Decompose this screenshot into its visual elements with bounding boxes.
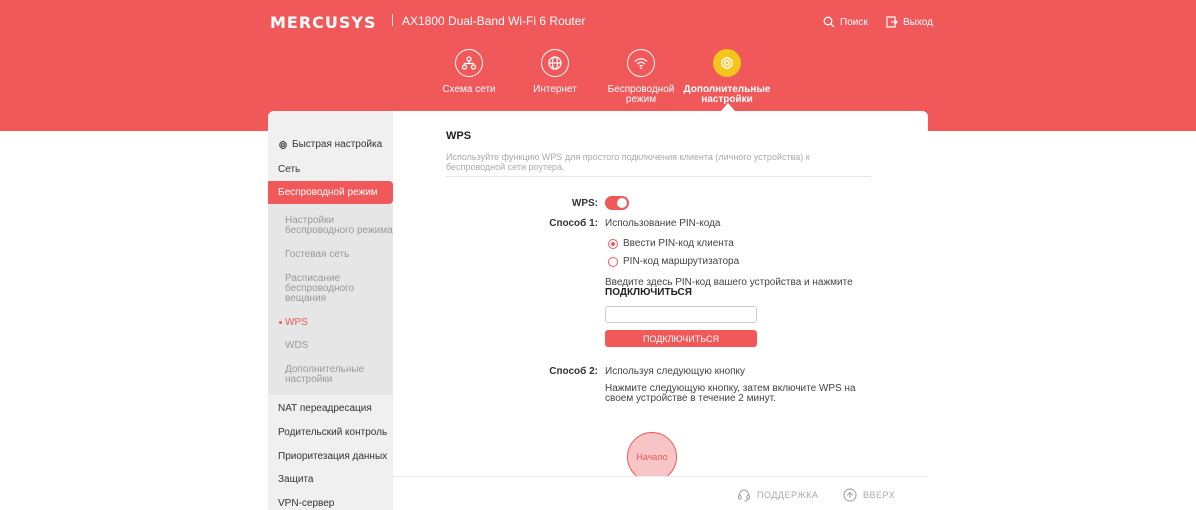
- sidebar-item-network[interactable]: Сеть: [268, 164, 393, 175]
- network-map-icon: [461, 56, 477, 70]
- nav-network-map-label: Схема сети: [442, 84, 496, 95]
- search-button[interactable]: Поиск: [823, 16, 868, 28]
- start-button[interactable]: Начало: [627, 432, 677, 482]
- nav-wireless[interactable]: Беспроводной режим: [596, 49, 686, 105]
- brand-logo[interactable]: MERCUSYS: [270, 13, 377, 32]
- sidebar-item-qos[interactable]: Приоритезация данных: [268, 451, 393, 462]
- main-panel: Быстрая настройка Сеть Беспроводной режи…: [268, 111, 928, 510]
- nav-wireless-circle: [627, 49, 655, 77]
- globe-icon: [548, 56, 562, 70]
- nav-wireless-label: Беспроводной режим: [607, 84, 675, 105]
- pin-hint-bold: ПОДКЛЮЧИТЬСЯ: [605, 287, 692, 298]
- sidebar-sub-wds[interactable]: WDS: [285, 341, 308, 351]
- wps-label: WPS:: [571, 198, 598, 209]
- method1-label: Способ 1:: [549, 218, 598, 229]
- sidebar-item-nat[interactable]: NAT переадресация: [268, 403, 393, 414]
- radio-client-pin-label[interactable]: Ввести PIN-код клиента: [623, 239, 734, 249]
- nav-network-map-circle: [455, 49, 483, 77]
- active-dot: [279, 321, 282, 324]
- arrow-up-circle-icon: [843, 488, 857, 502]
- pin-hint: Введите здесь PIN-код вашего устройства …: [605, 278, 865, 298]
- method1-text: Использование PIN-кода: [605, 218, 721, 229]
- pin-input[interactable]: [605, 306, 757, 323]
- method2-label: Способ 2:: [549, 366, 598, 377]
- sidebar-item-parental[interactable]: Родительский контроль: [268, 427, 393, 438]
- sidebar-sub-guest-network[interactable]: Гостевая сеть: [285, 250, 349, 260]
- radio-router-pin[interactable]: [608, 257, 618, 267]
- nav-advanced-label: Дополнительные настройки: [683, 84, 771, 105]
- method2-description: Нажмите следующую кнопку, затем включите…: [605, 383, 856, 404]
- sidebar: Быстрая настройка Сеть Беспроводной режи…: [268, 111, 393, 510]
- nav-internet-label: Интернет: [533, 84, 577, 95]
- search-icon: [823, 16, 835, 28]
- headset-icon: [737, 489, 751, 502]
- wifi-icon: [634, 58, 648, 70]
- logout-icon: [886, 16, 898, 28]
- nav-pointer: [721, 103, 735, 111]
- content-area: WPS Используйте функцию WPS для простого…: [393, 111, 928, 510]
- top-label: ВВЕРХ: [863, 490, 896, 500]
- radio-router-pin-label[interactable]: PIN-код маршрутизатора: [623, 257, 739, 267]
- gear-icon: [279, 140, 287, 149]
- nav-network-map[interactable]: Схема сети: [424, 49, 514, 95]
- nav-advanced[interactable]: Дополнительные настройки: [682, 49, 772, 105]
- sidebar-item-quick-setup[interactable]: Быстрая настройка: [268, 139, 393, 150]
- divider: [446, 176, 871, 177]
- sidebar-item-wireless[interactable]: Беспроводной режим: [268, 181, 393, 204]
- gear-icon: [721, 56, 733, 70]
- toggle-knob: [617, 198, 627, 208]
- nav-internet[interactable]: Интернет: [510, 49, 600, 95]
- support-label: ПОДДЕРЖКА: [757, 490, 819, 500]
- support-button[interactable]: ПОДДЕРЖКА: [737, 488, 818, 502]
- search-label: Поиск: [840, 16, 868, 28]
- sidebar-item-vpn[interactable]: VPN-сервер: [268, 498, 393, 509]
- sidebar-sub-wps[interactable]: WPS: [285, 318, 308, 328]
- radio-client-pin[interactable]: [608, 239, 618, 249]
- header-divider: [392, 14, 393, 26]
- sidebar-sub-wireless-settings[interactable]: Настройки беспроводного режима: [285, 216, 393, 236]
- connect-button[interactable]: ПОДКЛЮЧИТЬСЯ: [605, 330, 757, 347]
- wps-toggle[interactable]: [605, 196, 629, 210]
- sidebar-item-security[interactable]: Защита: [268, 474, 393, 485]
- footer: ПОДДЕРЖКА ВВЕРХ: [393, 476, 928, 510]
- page-title: WPS: [446, 130, 472, 142]
- logout-button[interactable]: Выход: [886, 16, 933, 28]
- logout-label: Выход: [903, 16, 933, 28]
- nav-advanced-circle: [713, 49, 741, 77]
- nav-internet-circle: [541, 49, 569, 77]
- sidebar-sub-advanced[interactable]: Дополнительные настройки: [285, 365, 393, 385]
- back-to-top-button[interactable]: ВВЕРХ: [843, 488, 895, 502]
- page-description: Используйте функцию WPS для простого под…: [446, 152, 810, 172]
- method2-text: Используя следующую кнопку: [605, 366, 746, 377]
- sidebar-sub-wireless-schedule[interactable]: Расписание беспроводного вещания: [285, 274, 393, 304]
- model-name: AX1800 Dual-Band Wi-Fi 6 Router: [402, 14, 586, 28]
- sidebar-item-label: Быстрая настройка: [292, 139, 383, 150]
